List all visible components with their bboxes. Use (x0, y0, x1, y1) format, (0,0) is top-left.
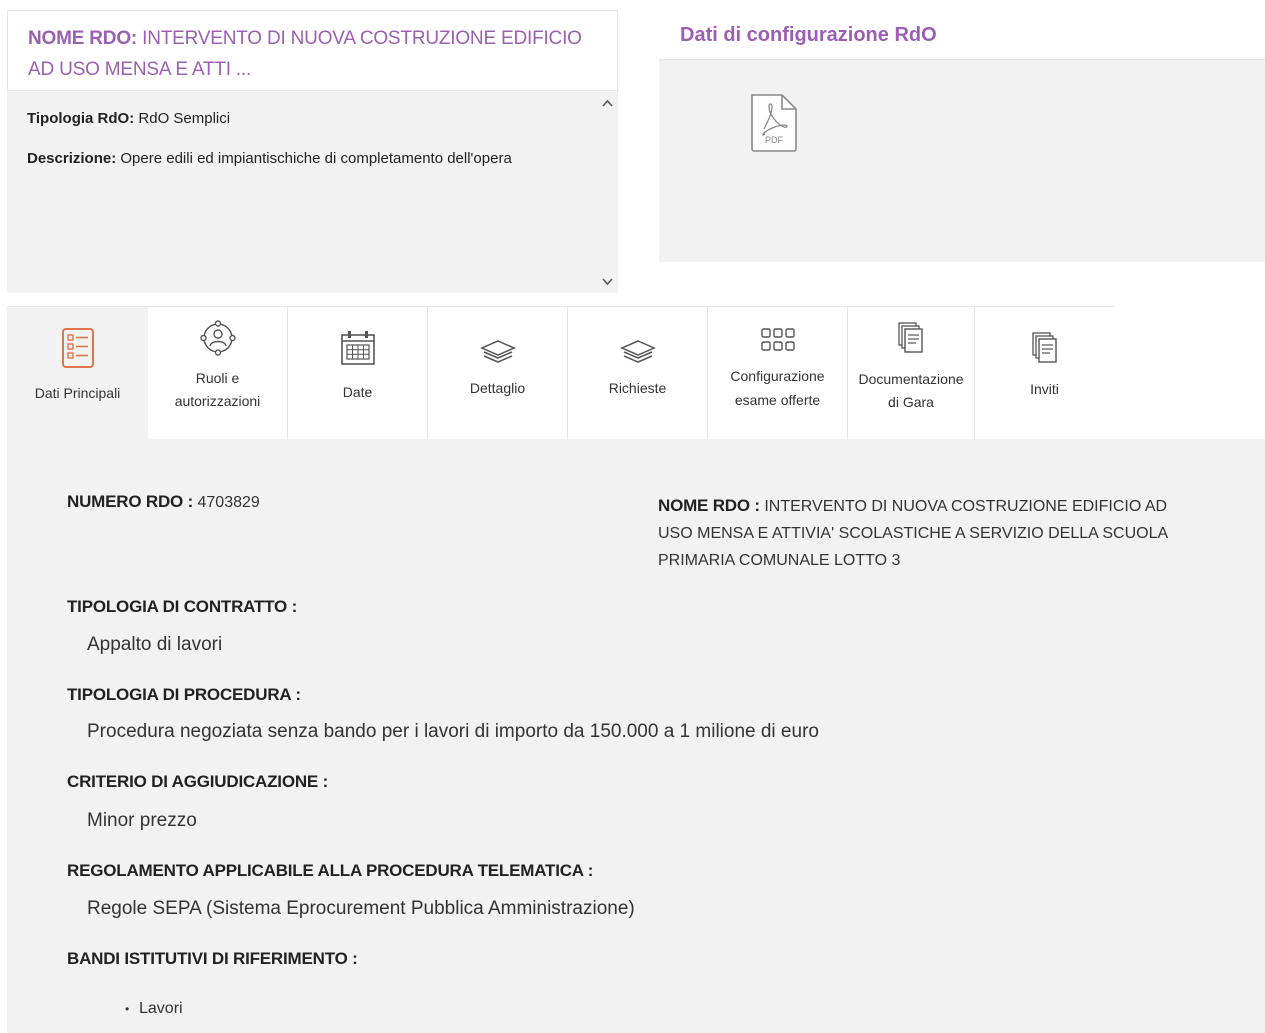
tab-date[interactable]: Date (288, 306, 428, 439)
tipologia-procedura-label: TIPOLOGIA DI PROCEDURA : (67, 685, 301, 704)
tipologia-contratto-value: Appalto di lavori (87, 634, 223, 655)
tipologia-procedura-value: Procedura negoziata senza bando per i la… (87, 721, 819, 742)
tab-label: Dati Principali (34, 385, 121, 401)
pdf-label: PDF (765, 135, 784, 145)
tipologia-contratto-label: TIPOLOGIA DI CONTRATTO : (67, 597, 298, 616)
tab-label: Date (342, 384, 373, 400)
list-item: Lavori (125, 998, 183, 1020)
rdo-summary-scrollbar[interactable] (597, 91, 618, 293)
rdo-summary-title: NOME RDO: INTERVENTO DI NUOVA COSTRUZION… (28, 23, 599, 85)
nome-rdo-label: NOME RDO : (658, 496, 760, 515)
dati-principali-panel: NUMERO RDO : 4703829 NOME RDO : INTERVEN… (7, 439, 1265, 1033)
layers-icon (619, 340, 656, 363)
scroll-down-icon[interactable] (601, 275, 614, 288)
grid-icon (760, 328, 795, 351)
rdo-descrizione-row: Descrizione: Opere edili ed impiantischi… (27, 145, 577, 172)
criterio-aggiudicazione-value: Minor prezzo (87, 810, 197, 831)
tab-label-line-2: esame offerte (734, 392, 821, 408)
tab-inviti[interactable]: Inviti (975, 306, 1114, 439)
tab-richieste[interactable]: Richieste (568, 306, 708, 439)
tab-label-line-1: Ruoli e (195, 370, 240, 386)
documents-icon (898, 322, 923, 353)
bandi-list: Lavori (125, 998, 183, 1020)
tab-label-line-1: Configurazione (730, 368, 825, 384)
nome-rdo-value-line-2: USO MENSA E ATTIVIA' SCOLASTICHE A SERVI… (658, 525, 1169, 542)
rdo-tabs: Dati Principali Ruoli e autorizzazioni D… (7, 306, 1114, 439)
layers-icon (479, 340, 516, 363)
pdf-file-icon[interactable]: PDF (748, 93, 800, 153)
tab-documentazione-di-gara[interactable]: Documentazione di Gara (848, 306, 975, 439)
tab-dettaglio[interactable]: Dettaglio (428, 306, 568, 439)
regolamento-value: Regole SEPA (Sistema Eprocurement Pubbli… (87, 898, 635, 919)
tab-label: Richieste (608, 380, 667, 396)
config-card: Dati di configurazione RdO PDF (659, 10, 1265, 262)
nome-rdo-row: NOME RDO : INTERVENTO DI NUOVA COSTRUZIO… (658, 492, 1218, 574)
tab-ruoli-autorizzazioni[interactable]: Ruoli e autorizzazioni (148, 306, 288, 439)
calendar-icon (340, 331, 375, 365)
roles-icon (199, 320, 236, 356)
rdo-descrizione-label: Descrizione: (27, 150, 117, 167)
rdo-tipologia-value: RdO Semplici (138, 110, 231, 127)
tab-label-line-1: Documentazione (858, 371, 964, 387)
rdo-summary-card: NOME RDO: INTERVENTO DI NUOVA COSTRUZION… (7, 10, 618, 293)
numero-rdo-label: NUMERO RDO : (67, 492, 194, 511)
bandi-istitutivi-label: BANDI ISTITUTIVI DI RIFERIMENTO : (67, 949, 358, 968)
config-card-title: Dati di configurazione RdO (659, 10, 1265, 60)
rdo-summary-header: NOME RDO: INTERVENTO DI NUOVA COSTRUZION… (7, 10, 618, 91)
rdo-tipologia-label: Tipologia RdO: (27, 110, 135, 127)
tab-dati-principali[interactable]: Dati Principali (7, 306, 148, 439)
rdo-summary-body: Tipologia RdO: RdO Semplici Descrizione:… (7, 91, 597, 293)
numero-rdo-value: 4703829 (197, 494, 260, 511)
tab-label-line-2: autorizzazioni (174, 393, 261, 409)
rdo-descrizione-value: Opere edili ed impiantischiche di comple… (120, 150, 512, 167)
rdo-title-label: NOME RDO: (28, 28, 138, 49)
rdo-tipologia-row: Tipologia RdO: RdO Semplici (27, 105, 577, 132)
tab-label: Dettaglio (469, 380, 526, 396)
tab-label: Inviti (1030, 381, 1059, 397)
numero-rdo-row: NUMERO RDO : 4703829 (67, 492, 260, 512)
documents-icon (1031, 332, 1057, 363)
criterio-aggiudicazione-label: CRITERIO DI AGGIUDICAZIONE : (67, 772, 329, 791)
list-icon (61, 328, 94, 368)
nome-rdo-value-line-1: INTERVENTO DI NUOVA COSTRUZIONE EDIFICIO… (764, 498, 1168, 515)
nome-rdo-value-line-3: PRIMARIA COMUNALE LOTTO 3 (658, 552, 901, 569)
tab-label-line-2: di Gara (888, 394, 934, 410)
tab-configurazione-esame-offerte[interactable]: Configurazione esame offerte (708, 306, 848, 439)
scroll-up-icon[interactable] (601, 97, 614, 110)
regolamento-label: REGOLAMENTO APPLICABILE ALLA PROCEDURA T… (67, 861, 594, 880)
